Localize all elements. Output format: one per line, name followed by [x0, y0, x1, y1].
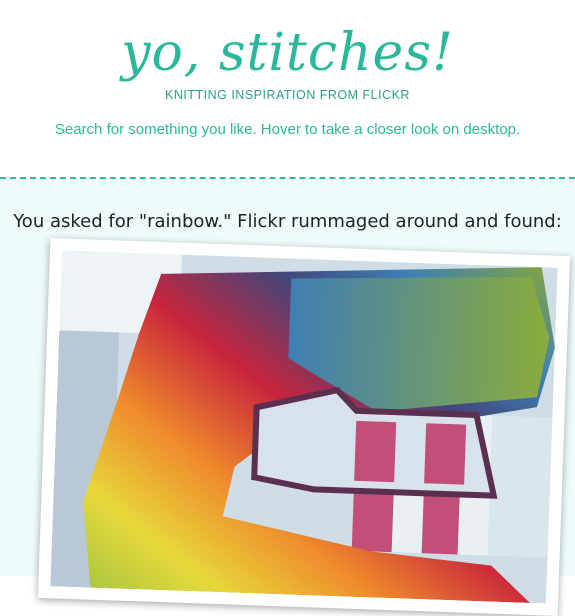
results-section: You asked for "rainbow." Flickr rummaged… — [0, 179, 575, 616]
results-heading: You asked for "rainbow." Flickr rummaged… — [13, 211, 562, 232]
rainbow-knit-photo[interactable] — [50, 250, 558, 604]
result-photo-card[interactable] — [37, 238, 571, 616]
site-tagline: KNITTING INSPIRATION FROM FLICKR — [165, 88, 410, 102]
search-instructions: Search for something you like. Hover to … — [54, 121, 521, 138]
site-header: yo, stitches! KNITTING INSPIRATION FROM … — [0, 0, 575, 178]
site-logo[interactable]: yo, stitches! — [0, 18, 575, 88]
